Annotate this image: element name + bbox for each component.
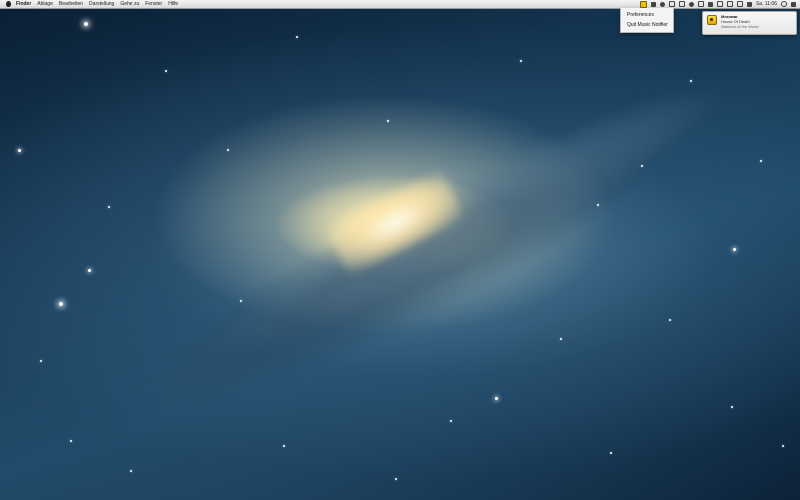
star — [296, 36, 298, 38]
star — [395, 478, 397, 480]
menu-fenster[interactable]: Fenster — [145, 0, 162, 8]
menu-bar: Finder Ablage Bearbeiten Darstellung Geh… — [0, 0, 800, 9]
status-menu-area: Sa. 11:06 — [639, 0, 796, 8]
evernote-icon[interactable] — [650, 1, 656, 7]
notification-text: Morowar House Of Death Warriors of the W… — [721, 12, 759, 29]
menu-item-preferences[interactable]: Preferences — [621, 10, 673, 20]
star — [731, 406, 733, 408]
star — [227, 149, 229, 151]
star — [130, 470, 132, 472]
star — [240, 300, 242, 302]
star — [108, 206, 110, 208]
music-notifier-icon[interactable] — [639, 0, 647, 8]
volume-icon[interactable] — [688, 1, 694, 7]
star — [18, 149, 21, 152]
menu-hilfe[interactable]: Hilfe — [168, 0, 178, 8]
star — [760, 160, 762, 162]
star — [690, 80, 692, 82]
star — [610, 452, 612, 454]
star — [520, 60, 522, 62]
menu-app-finder[interactable]: Finder — [16, 0, 31, 8]
music-notifier-app-icon — [707, 15, 717, 25]
apple-icon[interactable] — [6, 1, 11, 7]
star — [40, 360, 42, 362]
display-icon[interactable] — [678, 1, 685, 7]
menu-clock[interactable]: Sa. 11:06 — [756, 0, 777, 8]
menu-bearbeiten[interactable]: Bearbeiten — [59, 0, 83, 8]
star — [733, 248, 736, 251]
time-machine-icon[interactable] — [668, 1, 675, 7]
star — [70, 440, 72, 442]
menu-ablage[interactable]: Ablage — [37, 0, 53, 8]
keyboard-icon[interactable] — [726, 1, 733, 7]
notification-album: Warriors of the World — [721, 24, 759, 29]
star — [88, 269, 91, 272]
menu-item-quit-music-notifier[interactable]: Quit Music Notifier — [621, 20, 673, 30]
star — [669, 319, 671, 321]
star — [597, 204, 599, 206]
star — [59, 302, 63, 306]
star — [165, 70, 167, 72]
galaxy-dust-band — [111, 15, 769, 475]
sound-icon[interactable] — [746, 1, 752, 7]
music-notifier-menu: Preferences Quit Music Notifier — [620, 8, 674, 33]
dropbox-icon[interactable] — [659, 1, 665, 7]
menu-darstellung[interactable]: Darstellung — [89, 0, 114, 8]
airplay-icon[interactable] — [736, 1, 743, 7]
notification-banner[interactable]: Morowar House Of Death Warriors of the W… — [702, 11, 797, 35]
menu-gehe-zu[interactable]: Gehe zu — [120, 0, 139, 8]
star — [641, 165, 643, 167]
star — [782, 445, 784, 447]
notification-center-icon[interactable] — [791, 1, 796, 7]
star — [560, 338, 562, 340]
star — [84, 22, 88, 26]
desktop-wallpaper — [0, 0, 800, 500]
bluetooth-icon[interactable] — [716, 1, 723, 7]
wifi-icon[interactable] — [697, 1, 704, 7]
star — [387, 120, 389, 122]
spotlight-search-icon[interactable] — [781, 1, 787, 7]
star — [450, 420, 452, 422]
battery-icon[interactable] — [707, 1, 713, 7]
star — [495, 397, 498, 400]
star — [283, 445, 285, 447]
